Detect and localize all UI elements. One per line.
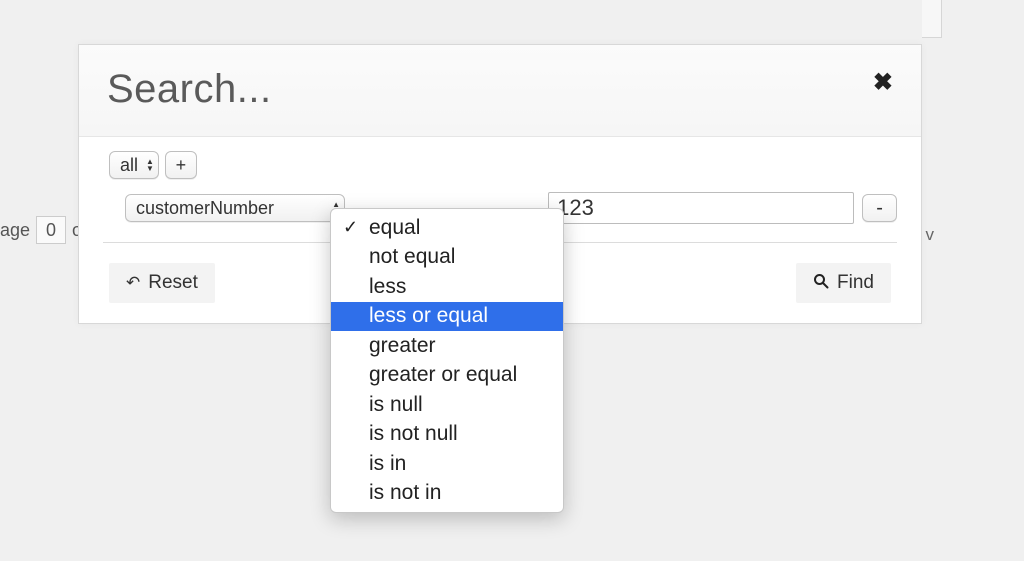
bg-page-input[interactable] xyxy=(36,216,66,244)
minus-icon: - xyxy=(876,197,883,220)
field-select-value: customerNumber xyxy=(136,198,274,219)
operator-option[interactable]: is in xyxy=(331,449,563,479)
operator-dropdown: equalnot equallessless or equalgreatergr… xyxy=(330,208,564,513)
operator-option[interactable]: is null xyxy=(331,390,563,420)
operator-option[interactable]: is not null xyxy=(331,420,563,450)
bg-panel-fragment xyxy=(922,0,942,38)
reset-button-label: Reset xyxy=(148,272,198,294)
dialog-title: Search... xyxy=(107,67,272,112)
bg-page-fragment: age o xyxy=(0,216,82,244)
search-icon xyxy=(813,273,829,294)
chevron-up-down-icon: ▲▼ xyxy=(146,158,154,172)
operator-option[interactable]: greater or equal xyxy=(331,361,563,391)
match-select[interactable]: all ▲▼ xyxy=(109,151,159,179)
match-select-value: all xyxy=(120,155,138,176)
operator-option[interactable]: equal xyxy=(331,213,563,243)
bg-page-prefix: age xyxy=(0,220,30,241)
match-row: all ▲▼ + xyxy=(103,151,897,187)
bg-right-fragment: v xyxy=(926,225,935,245)
add-group-button[interactable]: + xyxy=(165,151,197,179)
field-select[interactable]: customerNumber ▲▼ xyxy=(125,194,345,222)
remove-rule-button[interactable]: - xyxy=(862,194,897,222)
reset-button[interactable]: ↶ Reset xyxy=(109,263,215,303)
value-input[interactable] xyxy=(548,192,854,224)
plus-icon: + xyxy=(176,155,187,176)
find-button[interactable]: Find xyxy=(796,263,891,303)
undo-icon: ↶ xyxy=(126,273,140,293)
operator-option[interactable]: less or equal xyxy=(331,302,563,332)
operator-option[interactable]: not equal xyxy=(331,243,563,273)
operator-option[interactable]: is not in xyxy=(331,479,563,509)
find-button-label: Find xyxy=(837,272,874,294)
operator-option[interactable]: greater xyxy=(331,331,563,361)
dialog-header: Search... ✖ xyxy=(79,45,921,137)
operator-option[interactable]: less xyxy=(331,272,563,302)
close-icon[interactable]: ✖ xyxy=(873,67,893,95)
